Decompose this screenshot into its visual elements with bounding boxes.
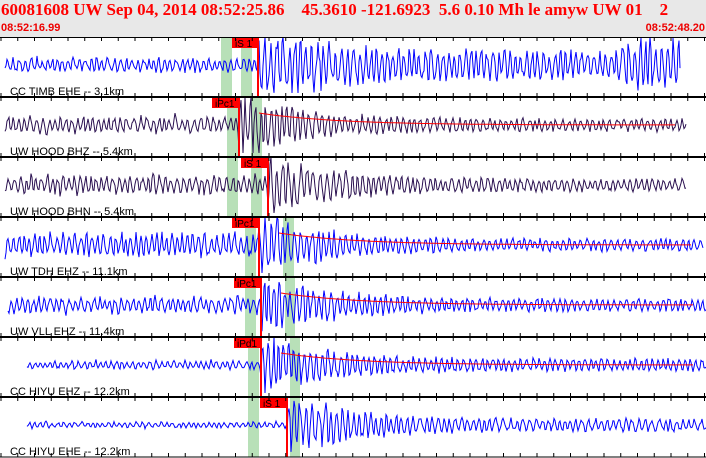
start-time: 08:52:16.99 <box>1 22 61 34</box>
pick-label: iPd1 <box>237 339 257 350</box>
pick-label: iS 1 <box>244 159 262 170</box>
event-title: 60081608 UW Sep 04, 2014 08:52:25.86 45.… <box>1 0 669 19</box>
channel-label: CC HIYU EHE -- 12.2km <box>10 446 130 458</box>
seismogram-panels[interactable]: iS 1CC TIMB EHE -- 3.1kmiPc1UW HOOD BHZ … <box>0 37 706 458</box>
pick-label: iS 1 <box>235 39 253 50</box>
end-time: 08:52:48.20 <box>645 22 705 34</box>
pick-label: iPc1 <box>215 99 235 110</box>
pick-label: iS 1 <box>263 399 281 410</box>
event-header: 60081608 UW Sep 04, 2014 08:52:25.86 45.… <box>0 0 706 37</box>
pick-label: iPc1 <box>237 279 257 290</box>
